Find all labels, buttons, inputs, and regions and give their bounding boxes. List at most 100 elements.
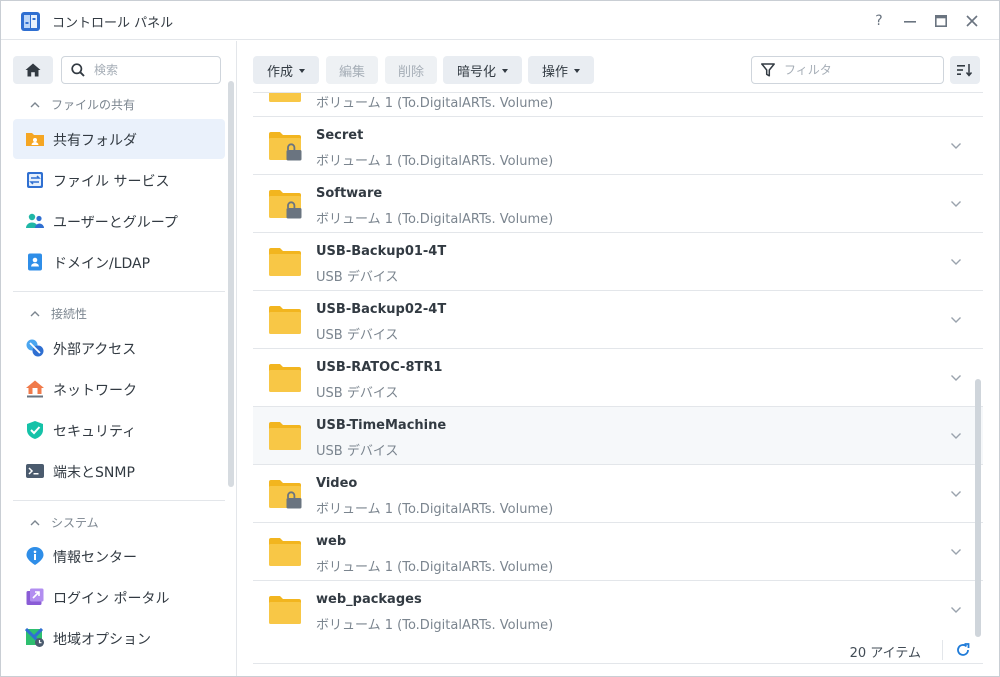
search-icon bbox=[71, 63, 85, 77]
folder-name: USB-TimeMachine bbox=[316, 418, 447, 433]
filter-input[interactable] bbox=[784, 61, 934, 79]
action-button[interactable]: 操作 bbox=[528, 56, 594, 84]
window-title: コントロール パネル bbox=[52, 16, 174, 31]
sidebar-item-network[interactable]: ネットワーク bbox=[13, 369, 225, 409]
external-access-icon bbox=[26, 339, 44, 357]
list-footer: 20 アイテム bbox=[253, 636, 983, 664]
sidebar-item-shared-folder[interactable]: 共有フォルダ bbox=[13, 119, 225, 159]
folder-location: USB デバイス bbox=[316, 328, 399, 343]
chevron-down-icon[interactable] bbox=[950, 547, 962, 557]
create-button[interactable]: 作成 bbox=[253, 56, 319, 84]
folder-row[interactable]: Software ボリューム 1 (To.DigitalARTs. Volume) bbox=[253, 175, 983, 233]
folder-location: ボリューム 1 (To.DigitalARTs. Volume) bbox=[316, 212, 554, 227]
sidebar-item-regional-options[interactable]: 地域オプション bbox=[13, 618, 225, 658]
caret-down-icon bbox=[299, 68, 305, 73]
section-title: システム bbox=[51, 516, 99, 530]
folder-row[interactable]: Secret ボリューム 1 (To.DigitalARTs. Volume) bbox=[253, 117, 983, 175]
folder-location: ボリューム 1 (To.DigitalARTs. Volume) bbox=[316, 618, 554, 633]
folder-icon bbox=[269, 306, 301, 334]
footer-divider bbox=[942, 640, 943, 660]
folder-row[interactable]: web ボリューム 1 (To.DigitalARTs. Volume) bbox=[253, 523, 983, 581]
section-title: 接続性 bbox=[51, 307, 88, 321]
chevron-down-icon[interactable] bbox=[950, 605, 962, 615]
folder-row[interactable]: USB-Backup01-4T USB デバイス bbox=[253, 233, 983, 291]
chevron-up-icon bbox=[30, 101, 40, 107]
delete-button[interactable]: 削除 bbox=[385, 56, 437, 84]
users-groups-icon bbox=[26, 213, 44, 228]
chevron-down-icon[interactable] bbox=[950, 199, 962, 209]
folder-row[interactable]: USB-Backup02-4T USB デバイス bbox=[253, 291, 983, 349]
section-connectivity[interactable]: 接続性 bbox=[29, 305, 87, 322]
chevron-down-icon[interactable] bbox=[950, 373, 962, 383]
chevron-down-icon[interactable] bbox=[950, 257, 962, 267]
control-panel-window: コントロール パネル ? ファイルの共有 共有フォルダ bbox=[0, 0, 1000, 677]
list-scrollbar[interactable] bbox=[975, 379, 981, 637]
help-icon: ? bbox=[875, 13, 883, 29]
refresh-icon[interactable] bbox=[955, 642, 971, 658]
folder-icon bbox=[269, 93, 301, 102]
minimize-button[interactable] bbox=[899, 10, 921, 32]
sidebar-item-external-access[interactable]: 外部アクセス bbox=[13, 328, 225, 368]
sort-button[interactable] bbox=[950, 56, 980, 84]
folder-row[interactable]: USB-RATOC-8TR1 USB デバイス bbox=[253, 349, 983, 407]
chevron-down-icon[interactable] bbox=[950, 431, 962, 441]
sidebar-item-label: ファイル サービス bbox=[53, 174, 170, 190]
help-button[interactable]: ? bbox=[868, 10, 890, 32]
edit-label: 編集 bbox=[338, 64, 365, 80]
info-icon bbox=[26, 547, 44, 565]
sidebar-item-terminal-snmp[interactable]: 端末とSNMP bbox=[13, 451, 225, 491]
folder-row[interactable]: web_packages ボリューム 1 (To.DigitalARTs. Vol… bbox=[253, 581, 983, 636]
sidebar-item-domain-ldap[interactable]: ドメイン/LDAP bbox=[13, 242, 225, 282]
sidebar-item-security[interactable]: セキュリティ bbox=[13, 410, 225, 450]
folder-row[interactable]: USB-TimeMachine USB デバイス bbox=[253, 407, 983, 465]
folder-name: USB-RATOC-8TR1 bbox=[316, 360, 443, 375]
folder-name: Video bbox=[316, 476, 358, 491]
folder-name: Secret bbox=[316, 128, 364, 143]
chevron-down-icon[interactable] bbox=[950, 315, 962, 325]
sidebar-item-info-center[interactable]: 情報センター bbox=[13, 536, 225, 576]
create-label: 作成 bbox=[266, 64, 293, 80]
maximize-icon bbox=[935, 15, 947, 27]
sidebar-divider bbox=[13, 291, 225, 292]
sidebar-scrollbar[interactable] bbox=[228, 81, 234, 487]
title-bar[interactable]: コントロール パネル ? bbox=[1, 1, 999, 40]
sidebar-divider bbox=[13, 500, 225, 501]
sidebar-item-login-portal[interactable]: ログイン ポータル bbox=[13, 577, 225, 617]
folder-row[interactable]: Video ボリューム 1 (To.DigitalARTs. Volume) bbox=[253, 465, 983, 523]
sidebar-item-label: 情報センター bbox=[53, 550, 137, 566]
terminal-icon bbox=[26, 464, 44, 478]
chevron-down-icon[interactable] bbox=[950, 92, 962, 93]
sidebar-item-label: 外部アクセス bbox=[53, 342, 137, 358]
section-file-sharing[interactable]: ファイルの共有 bbox=[29, 96, 135, 113]
sort-icon bbox=[957, 64, 973, 77]
minimize-icon bbox=[904, 21, 916, 23]
sidebar-item-file-services[interactable]: ファイル サービス bbox=[13, 160, 225, 200]
encryption-label: 暗号化 bbox=[456, 64, 496, 80]
filter-box[interactable] bbox=[751, 56, 944, 84]
close-button[interactable] bbox=[961, 10, 983, 32]
chevron-down-icon[interactable] bbox=[950, 141, 962, 151]
encryption-button[interactable]: 暗号化 bbox=[443, 56, 522, 84]
shield-icon bbox=[27, 421, 43, 439]
sidebar: ファイルの共有 共有フォルダ ファイル サービス ユーザーとグループ ドメイン/… bbox=[1, 41, 237, 676]
search-input[interactable] bbox=[94, 61, 214, 79]
folder-name: web bbox=[316, 534, 347, 549]
folder-location: USB デバイス bbox=[316, 386, 399, 401]
sidebar-item-label: セキュリティ bbox=[53, 424, 137, 440]
sidebar-item-label: ユーザーとグループ bbox=[53, 215, 178, 231]
folder-row[interactable]: ボリューム 1 (To.DigitalARTs. Volume) bbox=[253, 92, 983, 117]
section-system[interactable]: システム bbox=[29, 514, 99, 531]
shared-folder-icon bbox=[26, 133, 44, 146]
home-button[interactable] bbox=[13, 56, 53, 84]
sidebar-item-users-groups[interactable]: ユーザーとグループ bbox=[13, 201, 225, 241]
sidebar-search[interactable] bbox=[61, 56, 221, 84]
edit-button[interactable]: 編集 bbox=[326, 56, 378, 84]
chevron-down-icon[interactable] bbox=[950, 489, 962, 499]
sidebar-item-label: 共有フォルダ bbox=[53, 133, 137, 149]
sidebar-item-label: ドメイン/LDAP bbox=[53, 256, 151, 272]
folder-icon bbox=[269, 248, 301, 276]
filter-icon bbox=[761, 63, 775, 77]
item-count: 20 アイテム bbox=[849, 646, 921, 661]
maximize-button[interactable] bbox=[930, 10, 952, 32]
folder-icon bbox=[269, 422, 301, 450]
